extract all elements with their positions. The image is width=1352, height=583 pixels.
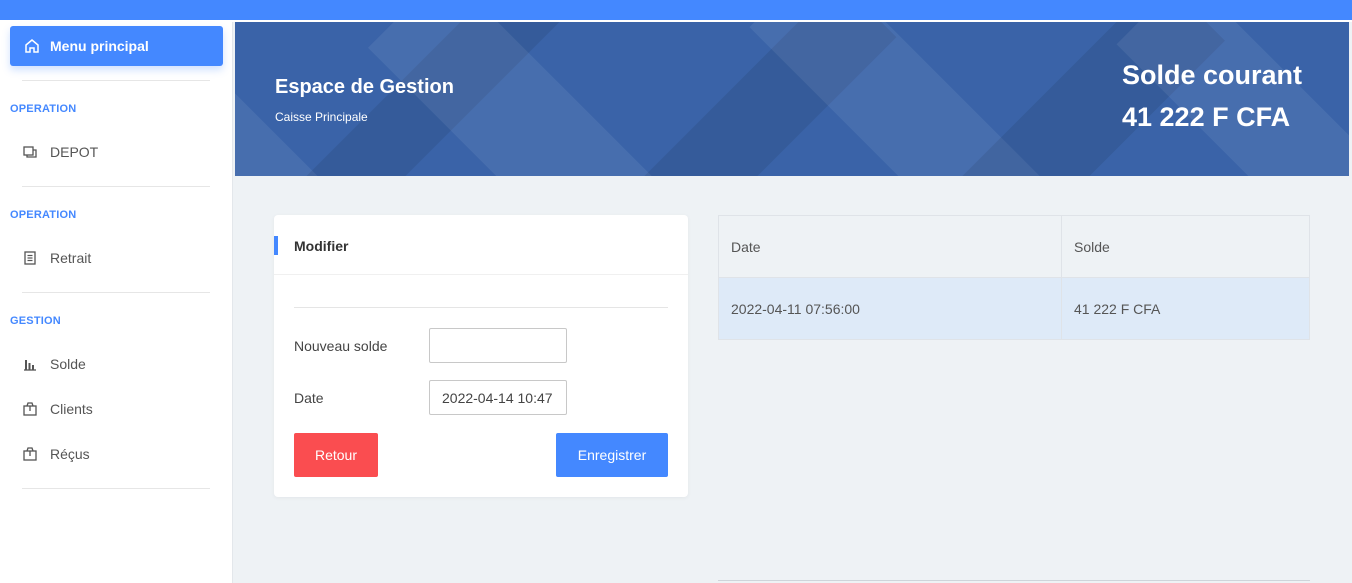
new-balance-label: Nouveau solde	[294, 338, 388, 354]
sidebar: Menu principal OPERATION DEPOT OPERATION…	[0, 22, 233, 583]
sidebar-divider	[22, 80, 210, 81]
section-title-operation: OPERATION	[10, 209, 77, 221]
date-input[interactable]	[429, 380, 567, 415]
column-header-solde[interactable]: Solde	[1061, 215, 1310, 278]
card-title: Modifier	[294, 238, 349, 254]
table-cell-date: 2022-04-11 07:56:00	[718, 277, 1062, 340]
package-icon	[22, 401, 38, 417]
package-icon	[22, 446, 38, 462]
home-icon	[24, 38, 40, 54]
card-header: Modifier	[274, 215, 688, 275]
table-cell-solde: 41 222 F CFA	[1061, 277, 1310, 340]
sidebar-item-clients[interactable]: Clients	[22, 401, 93, 417]
new-balance-input[interactable]	[429, 328, 567, 363]
page-title: Espace de Gestion	[275, 76, 454, 98]
section-title-operation: OPERATION	[10, 103, 77, 115]
copy-icon	[22, 144, 38, 160]
section-title-gestion: GESTION	[10, 315, 61, 327]
card-header-accent	[274, 236, 278, 255]
balance-value: 41 222 F CFA	[1122, 102, 1291, 132]
edit-card: Modifier Nouveau solde Date Retour Enreg…	[274, 215, 688, 497]
sidebar-item-depot[interactable]: DEPOT	[22, 144, 98, 160]
back-button[interactable]: Retour	[294, 433, 378, 477]
page-subtitle: Caisse Principale	[275, 110, 368, 124]
sidebar-item-label: Réçus	[50, 446, 90, 462]
table-header-row: Date Solde	[718, 215, 1310, 278]
sidebar-item-solde[interactable]: Solde	[22, 356, 86, 372]
header-banner: Espace de Gestion Caisse Principale Sold…	[235, 22, 1349, 176]
top-bar	[0, 0, 1352, 22]
sidebar-item-label: Retrait	[50, 250, 92, 266]
column-header-date[interactable]: Date	[718, 215, 1062, 278]
sidebar-item-recus[interactable]: Réçus	[22, 446, 90, 462]
sidebar-divider	[22, 186, 210, 187]
menu-principal-button[interactable]: Menu principal	[10, 26, 223, 66]
content-divider	[718, 580, 1310, 581]
sidebar-item-label: Clients	[50, 401, 93, 417]
bar-chart-icon	[22, 356, 38, 372]
document-icon	[22, 250, 38, 266]
sidebar-item-label: DEPOT	[50, 144, 99, 160]
sidebar-item-label: Solde	[50, 356, 86, 372]
card-divider	[294, 307, 668, 308]
save-button[interactable]: Enregistrer	[556, 433, 668, 477]
balance-history-table: Date Solde 2022-04-11 07:56:00 41 222 F …	[718, 215, 1310, 340]
date-label: Date	[294, 390, 324, 406]
balance-label: Solde courant	[1122, 60, 1303, 90]
sidebar-item-retrait[interactable]: Retrait	[22, 250, 91, 266]
sidebar-divider	[22, 488, 210, 489]
menu-principal-label: Menu principal	[50, 38, 149, 54]
sidebar-divider	[22, 292, 210, 293]
table-row[interactable]: 2022-04-11 07:56:00 41 222 F CFA	[718, 277, 1310, 340]
